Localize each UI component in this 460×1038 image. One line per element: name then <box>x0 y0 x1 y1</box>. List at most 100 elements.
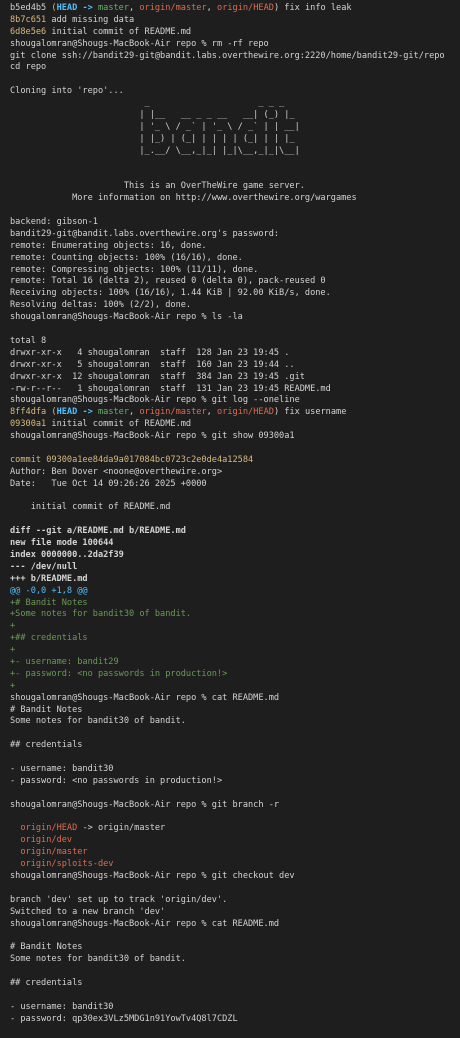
terminal-text: Receiving objects: 100% (16/16), 1.44 Ki… <box>10 288 331 299</box>
terminal-text: new file mode 100644 <box>10 538 114 549</box>
terminal-text: --- /dev/null <box>10 561 78 572</box>
terminal-line: + <box>10 621 460 633</box>
terminal-text: | |__ __ _ _ __ __| (_) |_ <box>10 110 295 121</box>
terminal-text: + <box>10 645 16 656</box>
terminal-text: origin/HEAD <box>217 3 274 13</box>
terminal-text: Date: Tue Oct 14 09:26:26 2025 +0000 <box>10 478 207 489</box>
terminal-text: Switched to a new branch 'dev' <box>10 906 166 917</box>
terminal-text: # Bandit Notes <box>10 942 83 953</box>
terminal-text: -> origin/master <box>77 823 166 834</box>
terminal-line: + <box>10 645 460 657</box>
terminal-line: shougalomran@Shougs-MacBook-Air repo % g… <box>10 431 460 443</box>
terminal-line: More information on http://www.overthewi… <box>10 193 460 205</box>
terminal-text: drwxr-xr-x 4 shougalomran staff 128 Jan … <box>10 347 290 358</box>
terminal-text: | '_ \ / _` | '_ \ / _` | | __| <box>10 121 300 132</box>
terminal-text: origin/HEAD <box>217 407 274 418</box>
terminal-text: # Bandit Notes <box>10 704 83 715</box>
terminal-line: 8ff4dfa (HEAD -> master, origin/master, … <box>10 407 460 419</box>
terminal-line: Some notes for bandit30 of bandit. <box>10 716 460 728</box>
terminal-line: Resolving deltas: 100% (2/2), done. <box>10 300 460 312</box>
terminal-line: +Some notes for bandit30 of bandit. <box>10 609 460 621</box>
terminal-text: total 8 <box>10 335 47 346</box>
terminal-text: , <box>206 407 218 418</box>
terminal-line: shougalomran@Shougs-MacBook-Air repo % c… <box>10 693 460 705</box>
terminal-text: Some notes for bandit30 of bandit. <box>10 954 186 965</box>
terminal-output[interactable]: b5ed4b5 (HEAD -> master, origin/master, … <box>0 0 460 1038</box>
terminal-line: @@ -0,0 +1,8 @@ <box>10 586 460 598</box>
terminal-text: | |_) | (_| | | | | (_| | | |_ <box>10 133 295 144</box>
terminal-text: Resolving deltas: 100% (2/2), done. <box>10 300 192 311</box>
terminal-line: b5ed4b5 (HEAD -> master, origin/master, … <box>10 3 460 15</box>
terminal-text: remote: Total 16 (delta 2), reused 0 (de… <box>10 276 326 287</box>
terminal-line: - username: bandit30 <box>10 1002 460 1014</box>
terminal-text: - password: qp30ex3VLz5MDG1n91YowTv4Q8l7… <box>10 1013 238 1024</box>
terminal-text: shougalomran@Shougs-MacBook-Air repo % l… <box>10 312 243 323</box>
terminal-line: drwxr-xr-x 4 shougalomran staff 128 Jan … <box>10 348 460 360</box>
terminal-text: master <box>97 407 130 418</box>
terminal-line: +- password: <no passwords in production… <box>10 669 460 681</box>
terminal-text: ) fix info leak <box>273 3 352 13</box>
terminal-text: origin/master <box>139 3 207 13</box>
terminal-text: @@ -0,0 +1,8 @@ <box>10 585 88 596</box>
terminal-line: remote: Total 16 (delta 2), reused 0 (de… <box>10 276 460 288</box>
terminal-text: shougalomran@Shougs-MacBook-Air repo % g… <box>10 799 280 810</box>
terminal-line: This is an OverTheWire game server. <box>10 181 460 193</box>
terminal-text: origin/HEAD <box>10 823 78 834</box>
terminal-text: + <box>10 621 16 632</box>
terminal-text: HEAD -> <box>56 407 98 418</box>
terminal-line: initial commit of README.md <box>10 502 460 514</box>
terminal-text: - username: bandit30 <box>10 764 114 774</box>
terminal-text: 8b7c651 <box>10 14 47 25</box>
terminal-text: ( <box>46 407 57 418</box>
terminal-line: branch 'dev' set up to track 'origin/dev… <box>10 895 460 907</box>
terminal-line: origin/master <box>10 847 460 859</box>
terminal-text: +- username: bandit29 <box>10 656 119 667</box>
terminal-line: - password: qp30ex3VLz5MDG1n91YowTv4Q8l7… <box>10 1014 460 1026</box>
terminal-text: git clone ssh://bandit29-git@bandit.labs… <box>10 50 445 61</box>
terminal-text: ## credentials <box>10 740 83 751</box>
terminal-text: ( <box>46 3 57 13</box>
terminal-text: +- password: <no passwords in production… <box>10 668 228 679</box>
terminal-text: shougalomran@Shougs-MacBook-Air repo % c… <box>10 692 280 703</box>
terminal-text: drwxr-xr-x 5 shougalomran staff 160 Jan … <box>10 359 295 370</box>
terminal-line: +++ b/README.md <box>10 574 460 586</box>
terminal-text: cd repo <box>10 62 47 73</box>
terminal-line: commit 09300a1ee84da9a017084bc0723c2e0de… <box>10 455 460 467</box>
terminal-line: 8b7c651 add missing data <box>10 15 460 27</box>
terminal-line: | |_) | (_| | | | | (_| | | |_ <box>10 134 460 146</box>
terminal-line: - username: bandit30 <box>10 764 460 776</box>
terminal-text: shougalomran@Shougs-MacBook-Air repo % g… <box>10 431 295 442</box>
terminal-line: drwxr-xr-x 5 shougalomran staff 160 Jan … <box>10 360 460 372</box>
terminal-line: origin/dev <box>10 835 460 847</box>
terminal-text: origin/sploits-dev <box>10 859 114 870</box>
terminal-line: total 8 <box>10 336 460 348</box>
terminal-line: 09300a1 initial commit of README.md <box>10 419 460 431</box>
terminal-line: shougalomran@Shougs-MacBook-Air repo % l… <box>10 312 460 324</box>
terminal-line: +- username: bandit29 <box>10 657 460 669</box>
terminal-text: Some notes for bandit30 of bandit. <box>10 716 186 727</box>
terminal-text: remote: Compressing objects: 100% (11/11… <box>10 264 259 275</box>
terminal-text: Cloning into 'repo'... <box>10 86 124 97</box>
terminal-text: initial commit of README.md <box>46 419 192 430</box>
terminal-text: shougalomran@Shougs-MacBook-Air repo % c… <box>10 918 280 929</box>
terminal-line: Receiving objects: 100% (16/16), 1.44 Ki… <box>10 288 460 300</box>
terminal-line: Date: Tue Oct 14 09:26:26 2025 +0000 <box>10 479 460 491</box>
terminal-line: Author: Ben Dover <noone@overthewire.org… <box>10 467 460 479</box>
terminal-text: backend: gibson-1 <box>10 217 98 228</box>
terminal-line: --- /dev/null <box>10 562 460 574</box>
terminal-line: bandit29-git@bandit.labs.overthewire.org… <box>10 229 460 241</box>
terminal-text: drwxr-xr-x 12 shougalomran staff 384 Jan… <box>10 371 305 382</box>
terminal-line: Cloning into 'repo'... <box>10 86 460 98</box>
terminal-text: bandit29-git@bandit.labs.overthewire.org… <box>10 228 280 239</box>
terminal-text: shougalomran@Shougs-MacBook-Air repo % g… <box>10 395 300 406</box>
